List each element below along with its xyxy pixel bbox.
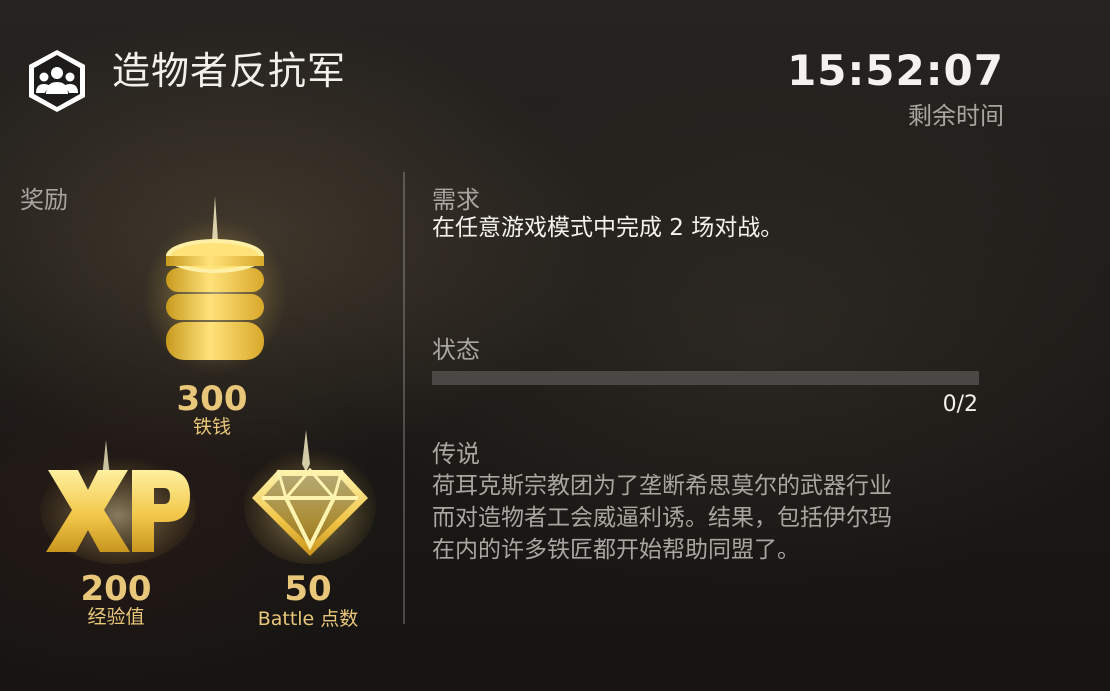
diamond-icon bbox=[244, 430, 376, 564]
requirement-title: 需求 bbox=[432, 186, 480, 214]
lore-line: 荷耳克斯宗教团为了垄断希思莫尔的武器行业 bbox=[432, 473, 892, 499]
countdown-timer: 15:52:07 bbox=[787, 46, 1004, 95]
xp-icon bbox=[40, 440, 196, 564]
lore-text: 荷耳克斯宗教团为了垄断希思莫尔的武器行业 而对造物者工会威逼利诱。结果，包括伊尔… bbox=[432, 470, 1002, 566]
reward-label: 经验值 bbox=[87, 606, 145, 628]
requirement-text: 在任意游戏模式中完成 2 场对战。 bbox=[432, 215, 784, 241]
lore-title: 传说 bbox=[432, 440, 480, 468]
coin-stack-icon bbox=[140, 196, 290, 376]
faction-group-icon bbox=[22, 46, 92, 116]
progress-bar bbox=[432, 371, 979, 385]
reward-amount: 300 bbox=[176, 379, 248, 419]
status-title: 状态 bbox=[432, 336, 480, 364]
reward-label: Battle 点数 bbox=[257, 608, 359, 630]
reward-amount: 50 bbox=[284, 569, 332, 609]
progress-count: 0/2 bbox=[942, 392, 978, 417]
column-divider bbox=[403, 172, 405, 624]
rewards-title: 奖励 bbox=[20, 186, 68, 214]
reward-amount: 200 bbox=[80, 569, 152, 609]
countdown-label: 剩余时间 bbox=[908, 102, 1004, 130]
lore-line: 而对造物者工会威逼利诱。结果，包括伊尔玛 bbox=[432, 505, 892, 531]
page-title: 造物者反抗军 bbox=[112, 49, 347, 93]
lore-line: 在内的许多铁匠都开始帮助同盟了。 bbox=[432, 537, 800, 563]
